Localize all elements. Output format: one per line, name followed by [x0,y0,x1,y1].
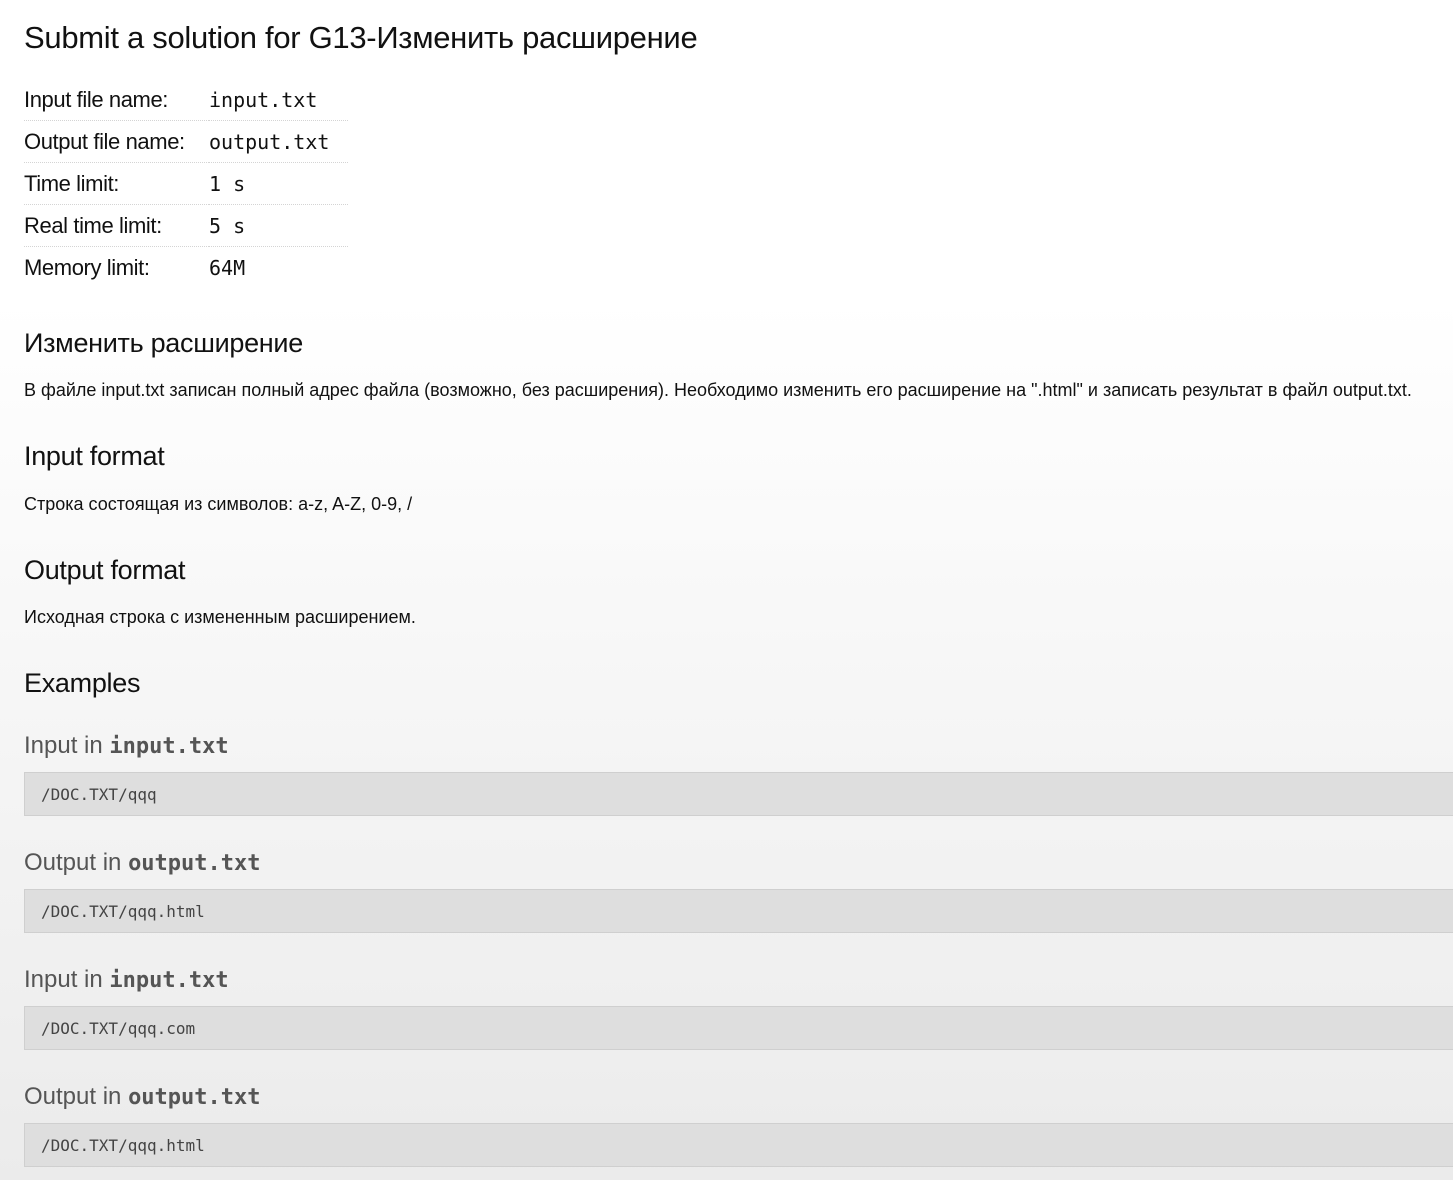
problem-title: Изменить расширение [24,328,303,358]
example-input-block[interactable]: /DOC.TXT/qqq.com [24,1006,1453,1050]
example-output-block[interactable]: /DOC.TXT/qqq.html [24,1123,1453,1167]
example-file-name: output.txt [128,851,261,876]
limit-label: Memory limit: [24,254,150,280]
example-output-block[interactable]: /DOC.TXT/qqq.html [24,889,1453,933]
example-input-heading: Input in input.txt [24,732,229,760]
limit-value: 5 s [209,204,348,247]
problem-statement: В файле input.txt записан полный адрес ф… [24,380,1412,400]
limit-value: 1 s [209,162,348,205]
example-file-name: input.txt [109,968,229,993]
example-output-heading: Output in output.txt [24,1083,261,1111]
limit-value: 64M [209,255,246,280]
limits-table: Input file name: input.txt Output file n… [24,79,348,288]
example-input-block[interactable]: /DOC.TXT/qqq [24,772,1453,816]
limit-label: Time limit: [24,162,209,205]
example-heading-prefix: Output in [24,849,129,876]
examples-heading: Examples [24,668,141,698]
limit-row-memory: Memory limit: 64M [24,247,348,289]
limit-row-input-file: Input file name: input.txt [24,79,348,121]
limit-value: input.txt [209,79,348,121]
example-heading-prefix: Input in [24,732,110,759]
limit-label: Real time limit: [24,204,209,247]
example-file-name: output.txt [128,1085,261,1110]
input-format-heading: Input format [24,441,165,471]
input-format-text: Строка состоящая из символов: a-z, A-Z, … [24,494,413,514]
limit-value: output.txt [209,120,348,163]
output-format-heading: Output format [24,555,186,585]
limit-row-time: Time limit: 1 s [24,162,348,205]
example-input-heading: Input in input.txt [24,966,229,994]
output-format-text: Исходная строка с измененным расширением… [24,607,416,627]
page-title: Submit a solution for G13-Изменить расши… [24,20,698,55]
limit-label: Output file name: [24,120,209,163]
limit-row-output-file: Output file name: output.txt [24,120,348,163]
example-heading-prefix: Output in [24,1083,129,1110]
limit-row-real-time: Real time limit: 5 s [24,204,348,247]
example-heading-prefix: Input in [24,966,110,993]
limit-label: Input file name: [24,79,209,121]
example-file-name: input.txt [109,734,229,759]
example-output-heading: Output in output.txt [24,849,261,877]
